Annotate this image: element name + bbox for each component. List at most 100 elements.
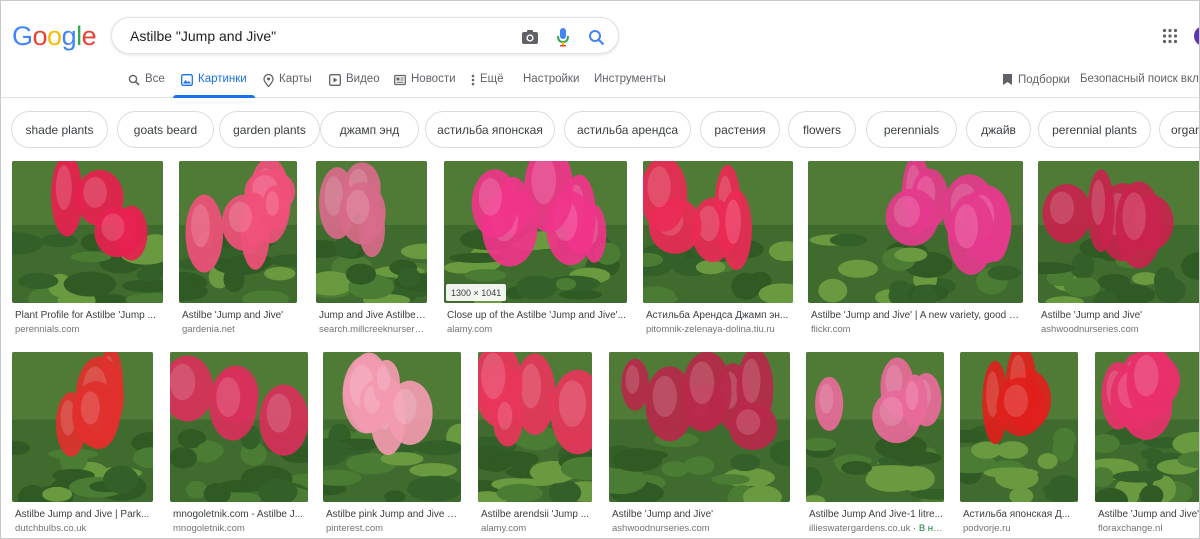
result-source[interactable]: search.millcreeknursery.ca: [319, 324, 426, 335]
result-source[interactable]: ashwoodnurseries.com: [1041, 324, 1199, 335]
tab-maps[interactable]: Карты: [263, 65, 312, 98]
image-result[interactable]: Astilbe Jump And Jive-1 litre... illieswa…: [806, 352, 944, 538]
related-chip[interactable]: джамп энд: [320, 111, 419, 148]
result-source[interactable]: perennials.com: [15, 324, 162, 335]
result-thumbnail[interactable]: [1095, 352, 1199, 502]
result-thumbnail[interactable]: [609, 352, 790, 502]
result-source[interactable]: floraxchange.nl: [1098, 523, 1199, 534]
result-title[interactable]: Астильба Арендса Джамп эн...: [646, 310, 792, 321]
result-thumbnail[interactable]: [170, 352, 308, 502]
result-title[interactable]: Astilbe 'Jump and Jive': [1098, 509, 1199, 520]
result-source[interactable]: ashwoodnurseries.com: [612, 523, 789, 534]
image-result[interactable]: Plant Profile for Astilbe 'Jump ... peren…: [12, 161, 163, 339]
result-title[interactable]: Astilbe Jump And Jive-1 litre...: [809, 509, 943, 520]
related-chip[interactable]: organic ga: [1159, 111, 1199, 148]
related-chip[interactable]: perennials: [866, 111, 957, 148]
result-source[interactable]: dutchbulbs.co.uk: [15, 523, 152, 534]
chip-label: garden plants: [233, 122, 306, 137]
result-thumbnail[interactable]: [1038, 161, 1199, 303]
result-title[interactable]: Astilbe 'Jump and Jive': [182, 310, 296, 321]
result-title[interactable]: Plant Profile for Astilbe 'Jump ...: [15, 310, 162, 321]
result-source[interactable]: illieswatergardens.co.uk · В на...: [809, 523, 943, 534]
result-thumbnail[interactable]: [12, 352, 153, 502]
image-result[interactable]: Jump and Jive Astilbe ... search.millcree…: [316, 161, 427, 339]
result-thumbnail[interactable]: [179, 161, 297, 303]
image-result[interactable]: Astilbe 'Jump and Jive' ashwoodnurseries.…: [609, 352, 790, 538]
result-source[interactable]: pitomnik-zelenaya-dolina.tiu.ru: [646, 324, 792, 335]
result-title[interactable]: Astilbe 'Jump and Jive': [1041, 310, 1199, 321]
apps-grid-icon[interactable]: [1162, 28, 1178, 44]
image-result[interactable]: Астильба Арендса Джамп эн... pitomnik-zel…: [643, 161, 793, 339]
image-result[interactable]: mnogoletnik.com - Astilbe J... mnogoletni…: [170, 352, 308, 538]
result-source[interactable]: pinterest.com: [326, 523, 460, 534]
image-result[interactable]: Astilbe arendsii 'Jump ... alamy.com: [478, 352, 592, 538]
logo-letter: G: [12, 21, 33, 51]
image-result[interactable]: Астильба японская Д... podvorje.ru: [960, 352, 1078, 538]
related-chip[interactable]: goats beard: [117, 111, 214, 148]
result-title[interactable]: Astilbe pink Jump and Jive - ...: [326, 509, 460, 520]
source-domain: illieswatergardens.co.uk: [809, 523, 911, 534]
image-result[interactable]: Astilbe 'Jump and Jive' gardenia.net: [179, 161, 297, 339]
result-source[interactable]: mnogoletnik.com: [173, 523, 307, 534]
tab-more[interactable]: Ещё: [471, 65, 504, 98]
result-thumbnail[interactable]: [323, 352, 461, 502]
search-icon[interactable]: [586, 27, 606, 47]
chip-label: джамп энд: [339, 122, 400, 137]
image-icon: [181, 74, 193, 86]
result-title[interactable]: Astilbe arendsii 'Jump ...: [481, 509, 591, 520]
result-source[interactable]: podvorje.ru: [963, 523, 1077, 534]
result-title[interactable]: Close up of the Astilbe 'Jump and Jive'.…: [447, 310, 626, 321]
result-thumbnail[interactable]: [643, 161, 793, 303]
related-chip[interactable]: flowers: [788, 111, 856, 148]
related-chip[interactable]: shade plants: [11, 111, 108, 148]
tab-all[interactable]: Все: [128, 65, 165, 98]
related-chip[interactable]: астильба арендса: [564, 111, 691, 148]
result-thumbnail[interactable]: [444, 161, 627, 303]
result-thumbnail[interactable]: [806, 352, 944, 502]
avatar[interactable]: [1194, 26, 1199, 46]
microphone-icon[interactable]: [553, 27, 573, 47]
result-source[interactable]: alamy.com: [481, 523, 591, 534]
result-title[interactable]: Астильба японская Д...: [963, 509, 1077, 520]
safesearch-link[interactable]: Безопасный поиск вклю: [1080, 73, 1199, 85]
camera-icon[interactable]: [520, 27, 540, 47]
result-thumbnail[interactable]: [478, 352, 592, 502]
result-thumbnail[interactable]: [12, 161, 163, 303]
result-thumbnail[interactable]: [316, 161, 427, 303]
collections-link[interactable]: Подборки: [1002, 73, 1070, 86]
tab-tools[interactable]: Инструменты: [594, 65, 666, 98]
result-source[interactable]: alamy.com: [447, 324, 626, 335]
related-chips: shade plants goats beard garden plants джам…: [11, 111, 1199, 148]
result-title[interactable]: Astilbe Jump and Jive | Park...: [15, 509, 152, 520]
search-input[interactable]: Astilbe "Jump and Jive": [130, 28, 276, 44]
tab-images[interactable]: Картинки: [173, 65, 255, 98]
more-vert-icon: [471, 74, 475, 86]
result-title[interactable]: Astilbe 'Jump and Jive': [612, 509, 789, 520]
result-title[interactable]: Jump and Jive Astilbe ...: [319, 310, 426, 321]
result-thumbnail[interactable]: [808, 161, 1023, 303]
image-result[interactable]: Astilbe 'Jump and Jive' | A new variety,…: [808, 161, 1023, 339]
image-result[interactable]: Astilbe 'Jump and Jive' ashwoodnurseries.…: [1038, 161, 1199, 339]
image-result[interactable]: Astilbe Jump and Jive | Park... dutchbulb…: [12, 352, 153, 538]
image-result[interactable]: Astilbe 'Jump and Jive' floraxchange.nl: [1095, 352, 1199, 538]
search-box[interactable]: Astilbe "Jump and Jive": [111, 17, 619, 54]
related-chip[interactable]: джайв: [966, 111, 1031, 148]
result-thumbnail[interactable]: [960, 352, 1078, 502]
tab-news[interactable]: Новости: [394, 65, 456, 98]
tab-video[interactable]: Видео: [329, 65, 380, 98]
result-source[interactable]: flickr.com: [811, 324, 1022, 335]
chip-label: астильба японская: [437, 122, 543, 137]
google-logo[interactable]: Google: [12, 21, 97, 52]
result-title[interactable]: mnogoletnik.com - Astilbe J...: [173, 509, 307, 520]
result-title[interactable]: Astilbe 'Jump and Jive' | A new variety,…: [811, 310, 1022, 321]
related-chip[interactable]: растения: [700, 111, 780, 148]
related-chip[interactable]: perennial plants: [1038, 111, 1151, 148]
result-source[interactable]: gardenia.net: [182, 324, 296, 335]
tab-settings[interactable]: Настройки: [523, 65, 579, 98]
related-chip[interactable]: garden plants: [219, 111, 320, 148]
related-chip[interactable]: астильба японская: [425, 111, 555, 148]
image-result[interactable]: 1300 × 1041 Close up of the Astilbe 'Jump…: [444, 161, 627, 339]
image-result[interactable]: Astilbe pink Jump and Jive - ... pinteres…: [323, 352, 461, 538]
source-domain: flickr.com: [811, 324, 851, 335]
tab-label: Инструменты: [594, 73, 666, 85]
